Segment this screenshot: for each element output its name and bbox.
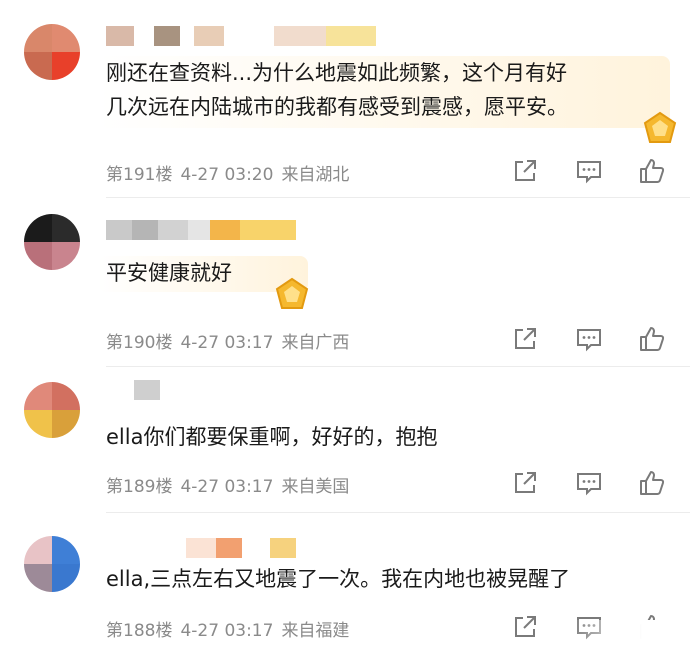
like-icon (640, 327, 665, 351)
comment-time: 4-27 03:17 (180, 333, 274, 353)
share-icon (515, 472, 536, 493)
comment-text: 几次远在内陆城市的我都有感受到震感，愿平安。 (106, 95, 568, 119)
divider (106, 512, 690, 513)
comment-time: 4-27 03:20 (180, 165, 274, 185)
gold-badge-icon (643, 111, 677, 143)
gold-badge-icon (275, 277, 309, 309)
floor-number: 第189楼 (106, 477, 173, 497)
comment-time: 4-27 03:17 (180, 477, 274, 497)
floor-number: 第191楼 (106, 165, 173, 185)
share-button[interactable] (510, 156, 540, 186)
username-blurred[interactable] (106, 26, 376, 46)
like-icon (640, 471, 665, 495)
comment-meta: 第189楼 4-27 03:17 来自美国 (106, 472, 357, 497)
comment-text: 刚还在查资料...为什么地震如此频繁，这个月有好 (106, 61, 568, 85)
divider (106, 366, 690, 367)
comment-button[interactable] (574, 324, 604, 354)
share-icon (515, 616, 536, 637)
comment-bubble: ella,三点左右又地震了一次。我在内地也被晃醒了 (98, 562, 658, 598)
comment-text: 平安健康就好 (106, 261, 232, 285)
comment-bubble: 刚还在查资料...为什么地震如此频繁，这个月有好 几次远在内陆城市的我都有感受到… (98, 56, 670, 128)
comment-location: 来自福建 (281, 621, 350, 641)
comment-button[interactable] (574, 468, 604, 498)
watermark-overlay (570, 620, 690, 660)
avatar[interactable] (24, 382, 80, 438)
like-icon (640, 159, 665, 183)
username-blurred[interactable] (106, 538, 296, 558)
share-button[interactable] (510, 468, 540, 498)
comment-icon (577, 161, 601, 184)
comment-meta: 第188楼 4-27 03:17 来自福建 (106, 616, 357, 641)
share-button[interactable] (510, 612, 540, 642)
share-icon (515, 328, 536, 349)
comment-bubble: ella你们都要保重啊，好好的，抱抱 (98, 420, 518, 456)
floor-number: 第188楼 (106, 621, 173, 641)
comment-button[interactable] (574, 156, 604, 186)
comment-meta: 第190楼 4-27 03:17 来自广西 (106, 328, 357, 353)
like-button[interactable] (637, 324, 667, 354)
avatar[interactable] (24, 536, 80, 592)
username-blurred[interactable] (106, 220, 296, 240)
comment-location: 来自湖北 (281, 165, 350, 185)
share-button[interactable] (510, 324, 540, 354)
comment-text: ella你们都要保重啊，好好的，抱抱 (106, 425, 438, 449)
floor-number: 第190楼 (106, 333, 173, 353)
avatar[interactable] (24, 24, 80, 80)
avatar[interactable] (24, 214, 80, 270)
like-button[interactable] (637, 468, 667, 498)
comment-location: 来自广西 (281, 333, 350, 353)
comment-text: ella,三点左右又地震了一次。我在内地也被晃醒了 (106, 567, 571, 591)
comment-location: 来自美国 (281, 477, 350, 497)
divider (106, 197, 690, 198)
share-icon (515, 160, 536, 181)
comment-icon (577, 473, 601, 496)
username-blurred[interactable] (106, 380, 160, 400)
comment-meta: 第191楼 4-27 03:20 来自湖北 (106, 160, 357, 185)
like-button[interactable] (637, 156, 667, 186)
comment-time: 4-27 03:17 (180, 621, 274, 641)
comment-icon (577, 329, 601, 352)
